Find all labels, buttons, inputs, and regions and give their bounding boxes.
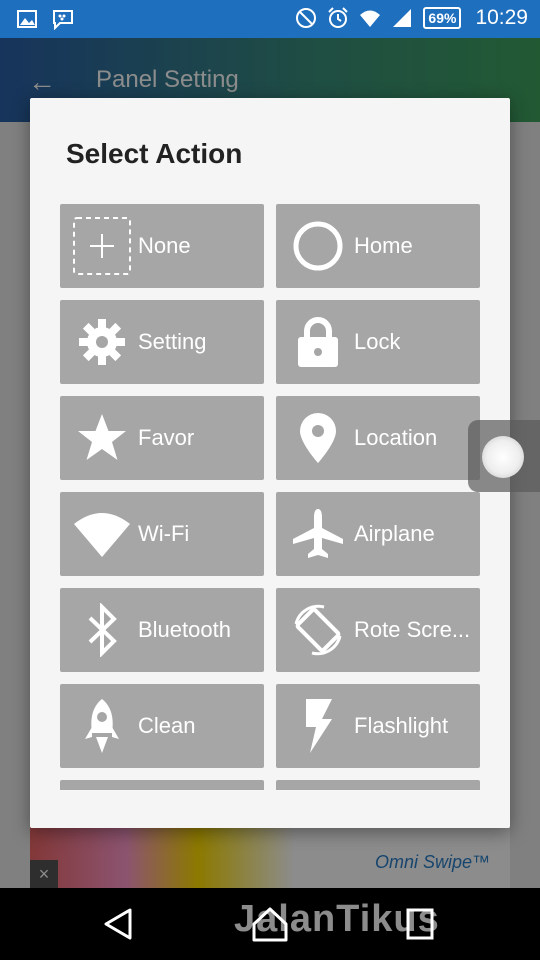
gear-icon (72, 312, 132, 372)
signal-icon (393, 9, 412, 27)
action-label: Location (354, 425, 438, 450)
action-label: Rote Scre... (354, 617, 471, 642)
action-label: None (138, 233, 191, 258)
action-bluetooth[interactable]: Bluetooth (60, 588, 264, 672)
alarm-icon (328, 7, 349, 28)
floating-ball-icon (482, 436, 524, 478)
navigation-bar: JalanTikus (0, 888, 540, 960)
action-grid: None Home Setting Lock Favor Location Wi… (60, 204, 480, 790)
action-label: Clean (138, 713, 196, 738)
location-pin-icon (288, 408, 348, 468)
action-label: Bluetooth (138, 617, 231, 642)
action-airplane[interactable]: Airplane (276, 492, 480, 576)
action-label: Airplane (354, 521, 435, 546)
wifi-icon (360, 10, 381, 27)
action-favor[interactable]: Favor (60, 396, 264, 480)
rocket-icon (72, 696, 132, 756)
action-lock[interactable]: Lock (276, 300, 480, 384)
battery-level: 69% (423, 7, 462, 29)
circle-icon (288, 216, 348, 276)
gallery-icon (17, 10, 37, 28)
action-home[interactable]: Home (276, 204, 480, 288)
action-partial[interactable] (60, 780, 264, 790)
action-clean[interactable]: Clean (60, 684, 264, 768)
action-label: Favor (138, 425, 195, 450)
action-location[interactable]: Location (276, 396, 480, 480)
lock-icon (288, 312, 348, 372)
rotate-screen-icon (288, 600, 348, 660)
do-not-disturb-icon (296, 8, 317, 28)
plus-dashed-icon (72, 216, 132, 276)
action-wifi[interactable]: Wi-Fi (60, 492, 264, 576)
action-setting[interactable]: Setting (60, 300, 264, 384)
bbm-icon (53, 10, 73, 30)
action-label: Lock (354, 329, 401, 354)
action-label: Wi-Fi (138, 521, 190, 546)
airplane-icon (288, 504, 348, 564)
back-nav-icon[interactable] (100, 906, 140, 942)
select-action-dialog: Select Action None Home Setting Lock Fav… (30, 98, 510, 828)
action-rotate-screen[interactable]: Rote Scre... (276, 588, 480, 672)
action-partial[interactable] (276, 780, 480, 790)
bluetooth-icon (72, 600, 132, 660)
dialog-title: Select Action (66, 138, 243, 169)
status-bar: 69% 10:29 (0, 0, 540, 38)
action-label: Flashlight (354, 713, 449, 738)
clock: 10:29 (475, 6, 528, 29)
floating-panel-handle[interactable] (468, 420, 540, 492)
star-icon (72, 408, 132, 468)
watermark: JalanTikus (234, 898, 440, 940)
action-none[interactable]: None (60, 204, 264, 288)
wifi-icon (72, 504, 132, 564)
action-flashlight[interactable]: Flashlight (276, 684, 480, 768)
flashlight-icon (288, 696, 348, 756)
action-label: Home (354, 233, 413, 258)
action-label: Setting (138, 329, 207, 354)
